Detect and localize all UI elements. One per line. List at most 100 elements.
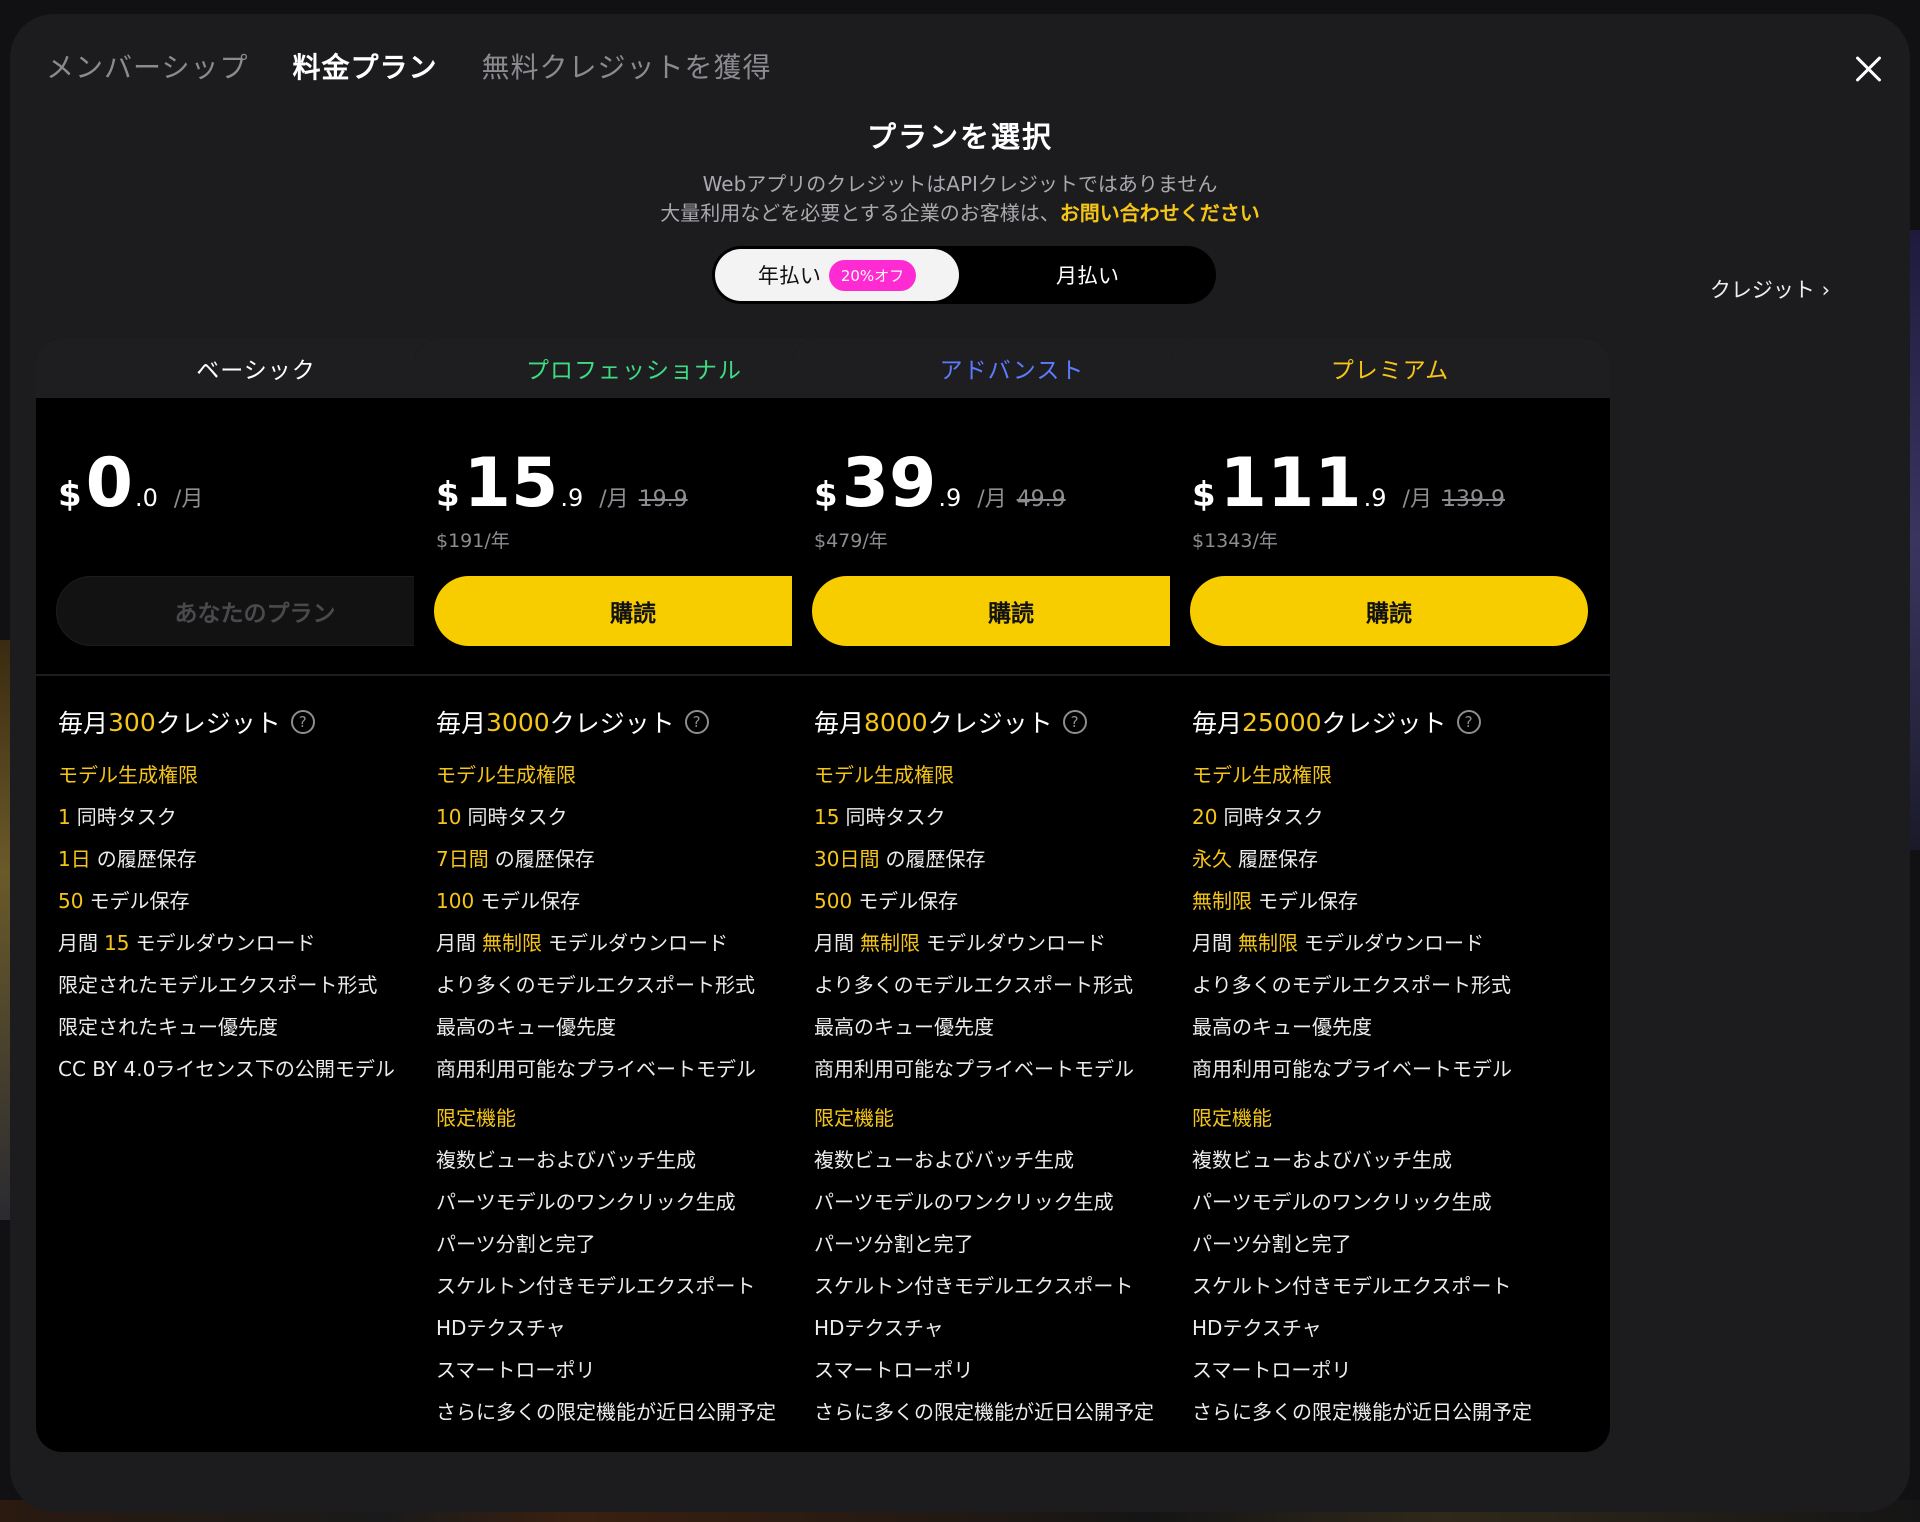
feature-text: 最高のキュー優先度 bbox=[436, 1015, 616, 1039]
feature-highlight: 30日間 bbox=[814, 847, 880, 871]
tab-free-credits[interactable]: 無料クレジットを獲得 bbox=[481, 46, 771, 86]
plan-name: プレミアム bbox=[1170, 338, 1610, 398]
feature-highlight: 20 bbox=[1192, 805, 1218, 829]
feature-text: の履歴保存 bbox=[96, 847, 197, 871]
plan-card-premium: プレミアム $111.9/月 139.9 $1343/年 購読 毎月 25000 クレジット… bbox=[1170, 338, 1610, 1452]
feature-text: モデル保存 bbox=[858, 889, 959, 913]
feature-highlight: 無制限 bbox=[1192, 889, 1252, 913]
price-decimal: .0 bbox=[135, 484, 158, 512]
help-icon[interactable]: ? bbox=[1456, 710, 1481, 734]
exclusive-feature-row: HDテクスチャ bbox=[436, 1316, 566, 1340]
exclusive-feature-row: スケルトン付きモデルエクスポート bbox=[1192, 1274, 1512, 1298]
exclusive-feature-row: パーツモデルのワンクリック生成 bbox=[436, 1190, 736, 1214]
feature-text: モデルダウンロード bbox=[1304, 931, 1484, 955]
exclusive-feature-row: スマートローポリ bbox=[1192, 1358, 1352, 1382]
feature-highlight: 100 bbox=[436, 889, 475, 913]
feature-row: より多くのモデルエクスポート形式 bbox=[436, 964, 844, 1006]
section-model-permissions: モデル生成権限 bbox=[58, 763, 198, 787]
price-decimal: .9 bbox=[1363, 484, 1387, 512]
feature-row: 最高のキュー優先度 bbox=[436, 1006, 844, 1048]
annual-billing-option[interactable]: 年払い 20%オフ bbox=[715, 249, 959, 301]
tab-pricing[interactable]: 料金プラン bbox=[292, 46, 437, 86]
feature-text: より多くのモデルエクスポート形式 bbox=[1192, 973, 1511, 997]
feature-list: 毎月 25000 クレジット? モデル生成権限 20 同時タスク 永久 履歴保存 無制限 モデル… bbox=[1192, 704, 1600, 1433]
feature-text: モデル保存 bbox=[1258, 889, 1358, 913]
exclusive-feature-row: さらに多くの限定機能が近日公開予定 bbox=[436, 1400, 776, 1424]
subscribe-button[interactable]: 購読 bbox=[1190, 576, 1588, 646]
close-icon[interactable] bbox=[1848, 50, 1888, 90]
feature-row: 100 モデル保存 bbox=[436, 880, 844, 922]
feature-highlight: 無制限 bbox=[482, 931, 542, 955]
plan-name: アドバンスト bbox=[792, 338, 1232, 398]
feature-row: 500 モデル保存 bbox=[814, 880, 1222, 922]
credits-prefix: 毎月 bbox=[814, 709, 865, 738]
annual-label: 年払い bbox=[757, 264, 821, 288]
credits-suffix: クレジット bbox=[549, 709, 675, 738]
feature-highlight: 500 bbox=[814, 889, 853, 913]
help-icon[interactable]: ? bbox=[290, 710, 315, 734]
price-decimal: .9 bbox=[938, 484, 962, 512]
feature-row: 最高のキュー優先度 bbox=[814, 1006, 1222, 1048]
exclusive-feature-row: さらに多くの限定機能が近日公開予定 bbox=[1192, 1400, 1532, 1424]
feature-highlight: 7日間 bbox=[436, 847, 489, 871]
feature-highlight: 50 bbox=[58, 889, 84, 913]
price-unit: /月 bbox=[1402, 487, 1432, 512]
monthly-credits: 毎月 8000 クレジット? bbox=[814, 704, 1222, 740]
feature-text: より多くのモデルエクスポート形式 bbox=[436, 973, 755, 997]
monthly-billing-option[interactable]: 月払い bbox=[959, 246, 1216, 304]
price-unit: /月 bbox=[173, 487, 204, 512]
feature-list: 毎月 8000 クレジット? モデル生成権限 15 同時タスク 30日間 の履歴保存 500 モ… bbox=[814, 704, 1222, 1433]
price-amount: 39 bbox=[841, 444, 937, 523]
plan-card-professional: プロフェッショナル $15.9/月 19.9 $191/年 購読 毎月 3000 クレジット… bbox=[414, 338, 854, 1452]
feature-text: CC BY 4.0ライセンス下の公開モデル bbox=[58, 1057, 395, 1081]
section-exclusive-features: 限定機能 bbox=[436, 1106, 516, 1130]
exclusive-feature-row: スマートローポリ bbox=[436, 1358, 596, 1382]
exclusive-feature-row: HDテクスチャ bbox=[1192, 1316, 1322, 1340]
feature-row: 限定されたキュー優先度 bbox=[58, 1006, 466, 1048]
enterprise-text: 大量利用などを必要とする企業のお客様は、 bbox=[660, 201, 1060, 225]
feature-text: 商用利用可能なプライベートモデル bbox=[814, 1057, 1134, 1081]
contact-link[interactable]: お問い合わせください bbox=[1060, 201, 1260, 225]
section-model-permissions: モデル生成権限 bbox=[814, 763, 954, 787]
feature-text: 限定されたモデルエクスポート形式 bbox=[58, 973, 378, 997]
tab-membership[interactable]: メンバーシップ bbox=[46, 46, 248, 86]
credits-suffix: クレジット bbox=[1321, 709, 1447, 738]
exclusive-feature-row: パーツモデルのワンクリック生成 bbox=[814, 1190, 1114, 1214]
exclusive-feature-row: 複数ビューおよびバッチ生成 bbox=[814, 1148, 1074, 1172]
feature-row: 無制限 モデル保存 bbox=[1192, 880, 1600, 922]
feature-text: 商用利用可能なプライベートモデル bbox=[1192, 1057, 1512, 1081]
feature-text: の履歴保存 bbox=[494, 847, 595, 871]
feature-text: 商用利用可能なプライベートモデル bbox=[436, 1057, 756, 1081]
help-icon[interactable]: ? bbox=[1062, 710, 1087, 734]
credits-link[interactable]: クレジット › bbox=[1710, 274, 1830, 304]
feature-highlight: 15 bbox=[104, 931, 130, 955]
exclusive-feature-row: パーツ分割と完了 bbox=[436, 1232, 596, 1256]
credits-prefix: 毎月 bbox=[1192, 709, 1243, 738]
feature-text: 最高のキュー優先度 bbox=[1192, 1015, 1372, 1039]
feature-row: 商用利用可能なプライベートモデル bbox=[814, 1048, 1222, 1090]
feature-prefix: 月間 bbox=[814, 931, 854, 955]
feature-list: 毎月 3000 クレジット? モデル生成権限 10 同時タスク 7日間 の履歴保存 100 モデ… bbox=[436, 704, 844, 1433]
section-model-permissions: モデル生成権限 bbox=[1192, 763, 1332, 787]
plan-card-advanced: アドバンスト $39.9/月 49.9 $479/年 購読 毎月 8000 クレジット? モデ… bbox=[792, 338, 1232, 1452]
help-icon[interactable]: ? bbox=[684, 710, 709, 734]
feature-text: 限定されたキュー優先度 bbox=[58, 1015, 278, 1039]
feature-row: 7日間 の履歴保存 bbox=[436, 838, 844, 880]
exclusive-feature-row: 複数ビューおよびバッチ生成 bbox=[436, 1148, 696, 1172]
section-model-permissions: モデル生成権限 bbox=[436, 763, 576, 787]
monthly-credits: 毎月 25000 クレジット? bbox=[1192, 704, 1600, 740]
subscribe-button[interactable]: 購読 bbox=[434, 576, 832, 646]
credits-prefix: 毎月 bbox=[58, 709, 109, 738]
feature-row: 50 モデル保存 bbox=[58, 880, 466, 922]
feature-text: 同時タスク bbox=[76, 805, 177, 829]
subscribe-button[interactable]: 購読 bbox=[812, 576, 1210, 646]
plan-name: ベーシック bbox=[36, 338, 476, 398]
feature-row: 月間 無制限 モデルダウンロード bbox=[814, 922, 1222, 964]
price-decimal: .9 bbox=[560, 484, 584, 512]
plan-card-basic: ベーシック $0.0/月 あなたのプラン 毎月 300 クレジット? モデル生成権限 1 同時… bbox=[36, 338, 476, 1452]
original-price: 139.9 bbox=[1441, 487, 1505, 512]
pricing-modal: メンバーシップ 料金プラン 無料クレジットを獲得 プランを選択 Webアプリのク… bbox=[10, 14, 1910, 1512]
feature-row: 月間 無制限 モデルダウンロード bbox=[1192, 922, 1600, 964]
feature-row: 限定されたモデルエクスポート形式 bbox=[58, 964, 466, 1006]
price-currency: $ bbox=[436, 475, 460, 515]
